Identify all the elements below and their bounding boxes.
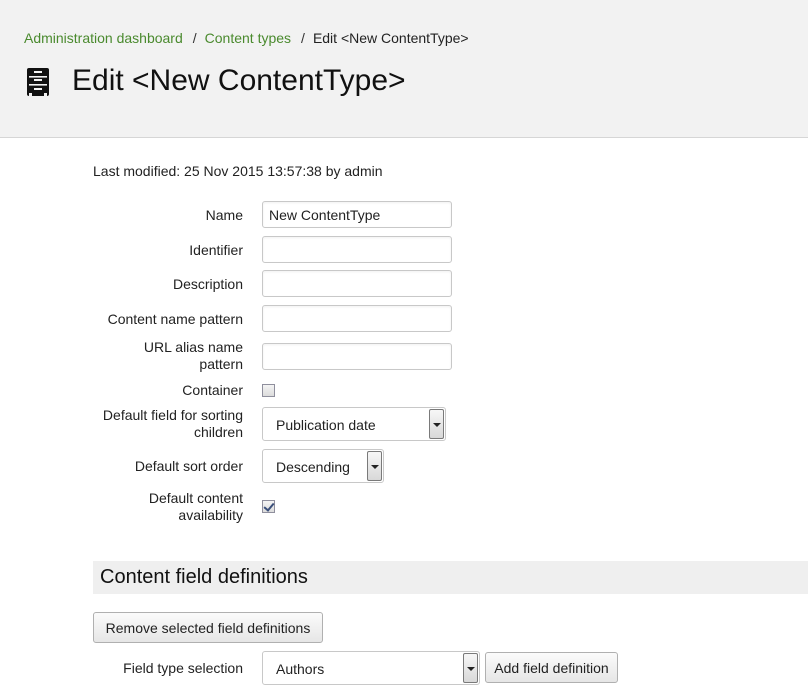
availability-checkbox[interactable] — [262, 500, 275, 513]
breadcrumb-link-content-types[interactable]: Content types — [205, 30, 291, 46]
chevron-down-icon[interactable] — [463, 653, 478, 683]
page-header: Administration dashboard / Content types / E… — [0, 0, 808, 138]
content-type-cabinet-icon — [27, 68, 49, 96]
url-alias-pattern-label-line2: pattern — [199, 356, 243, 372]
content-name-pattern-label: Content name pattern — [107, 311, 243, 327]
identifier-label: Identifier — [189, 242, 243, 258]
container-checkbox[interactable] — [262, 384, 275, 397]
field-type-selected-value: Authors — [276, 661, 325, 677]
breadcrumb-link-dashboard[interactable]: Administration dashboard — [24, 30, 183, 46]
page-title: Edit <New ContentType> — [72, 64, 406, 97]
content-name-pattern-input[interactable] — [262, 305, 452, 332]
url-alias-pattern-input[interactable] — [262, 343, 452, 370]
last-modified-text: Last modified: 25 Nov 2015 13:57:38 by a… — [93, 163, 383, 179]
chevron-down-icon[interactable] — [367, 451, 382, 481]
description-label: Description — [172, 276, 243, 292]
field-type-select[interactable]: Authors — [262, 651, 480, 685]
chevron-down-icon[interactable] — [429, 409, 444, 439]
sort-field-label: Default field for sorting children — [103, 407, 243, 441]
name-label: Name — [205, 207, 243, 223]
name-input[interactable] — [262, 201, 452, 228]
breadcrumb-separator: / — [301, 30, 305, 46]
breadcrumb-current: Edit <New ContentType> — [312, 30, 469, 46]
sort-order-select[interactable]: Descending — [262, 449, 384, 483]
url-alias-pattern-label-line1: URL alias name — [143, 339, 243, 355]
sort-field-select[interactable]: Publication date — [262, 407, 446, 441]
description-input[interactable] — [262, 270, 452, 297]
container-label: Container — [182, 382, 243, 398]
sort-field-label-line2: children — [193, 424, 243, 440]
identifier-input[interactable] — [262, 236, 452, 263]
field-definitions-heading: Content field definitions — [93, 561, 808, 594]
add-field-definition-button[interactable]: Add field definition — [485, 652, 618, 683]
breadcrumb: Administration dashboard / Content types / E… — [24, 30, 469, 46]
sort-field-selected-value: Publication date — [276, 417, 376, 433]
availability-label: Default content availability — [149, 490, 243, 524]
availability-label-line1: Default content — [148, 490, 243, 506]
sort-order-selected-value: Descending — [276, 459, 350, 475]
remove-field-definitions-button[interactable]: Remove selected field definitions — [93, 612, 323, 643]
sort-order-label: Default sort order — [134, 458, 243, 474]
availability-label-line2: availability — [178, 507, 243, 523]
breadcrumb-separator: / — [192, 30, 197, 46]
sort-field-label-line1: Default field for sorting — [102, 407, 243, 423]
url-alias-pattern-label: URL alias name pattern — [144, 339, 243, 373]
field-type-label: Field type selection — [123, 660, 243, 676]
